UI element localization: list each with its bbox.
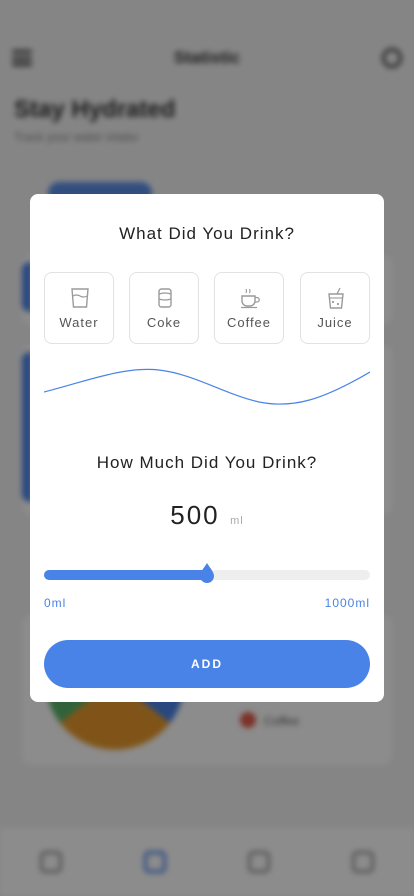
can-icon xyxy=(158,288,172,308)
drink-option-water[interactable]: Water xyxy=(44,272,114,344)
add-button[interactable]: ADD xyxy=(44,640,370,688)
drink-label: Juice xyxy=(317,315,353,330)
drink-type-selector: Water Coke Coffee Juice xyxy=(44,272,370,344)
drink-option-coffee[interactable]: Coffee xyxy=(214,272,284,344)
amount-slider[interactable] xyxy=(44,562,370,588)
amount-display: 500 ml xyxy=(30,500,384,531)
drink-label: Coffee xyxy=(226,315,272,330)
drink-option-coke[interactable]: Coke xyxy=(129,272,199,344)
glass-icon xyxy=(71,288,89,308)
drink-label: Coke xyxy=(146,315,182,330)
drink-option-juice[interactable]: Juice xyxy=(300,272,370,344)
drink-label: Water xyxy=(59,315,99,330)
water-drop-thumb-icon[interactable] xyxy=(198,562,216,584)
water-wave-decoration xyxy=(44,368,370,405)
slider-min-label: 0ml xyxy=(44,596,67,610)
amount-title: How Much Did You Drink? xyxy=(96,453,318,472)
cup-icon xyxy=(241,288,260,309)
slider-fill xyxy=(44,570,207,580)
modal-title: What Did You Drink? xyxy=(119,224,295,243)
slider-max-label: 1000ml xyxy=(324,596,370,610)
add-drink-modal: What Did You Drink? Water Coke Coffee Ju… xyxy=(30,194,384,702)
amount-value: 500 xyxy=(170,500,220,530)
amount-unit: ml xyxy=(230,515,244,527)
juice-icon xyxy=(328,287,344,309)
